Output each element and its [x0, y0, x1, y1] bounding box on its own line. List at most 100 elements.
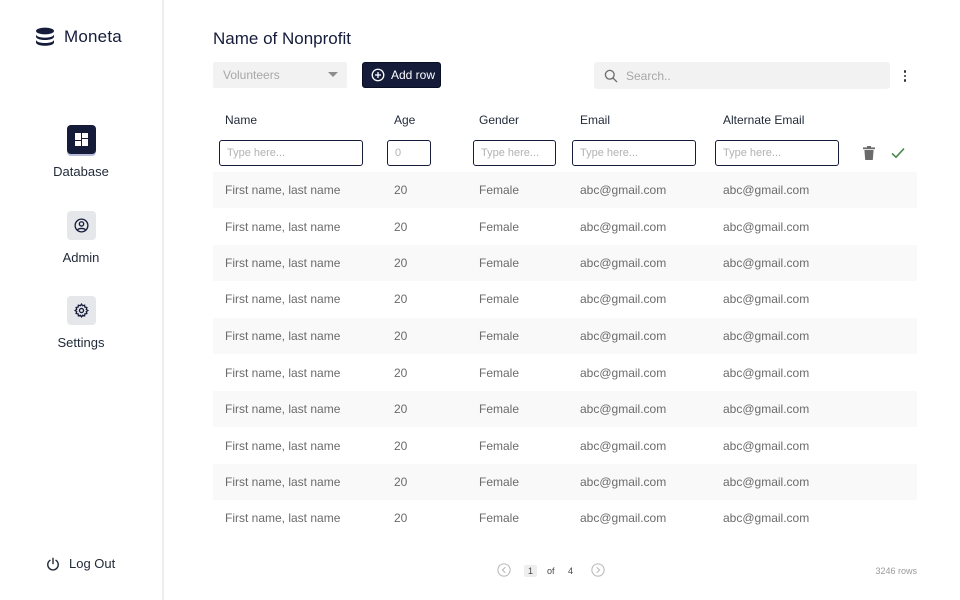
cell-age: 20 [394, 439, 408, 453]
cell-alternate-email: abc@gmail.com [723, 329, 810, 343]
table-row[interactable]: First name, last name 20 Female abc@gmail.c… [213, 245, 917, 281]
column-header-alternate-email: Alternate Email [723, 113, 805, 127]
check-icon[interactable] [891, 146, 905, 164]
cell-name: First name, last name [225, 366, 341, 380]
cell-alternate-email: abc@gmail.com [723, 256, 810, 270]
cell-gender: Female [479, 183, 520, 197]
cell-age: 20 [394, 256, 408, 270]
cell-alternate-email: abc@gmail.com [723, 183, 810, 197]
add-row-button[interactable]: Add row [362, 62, 441, 88]
search-box [594, 62, 890, 89]
column-header-email: Email [580, 113, 611, 127]
logout-label: Log Out [69, 556, 116, 571]
sidebar-item-label: Settings [57, 335, 105, 350]
sidebar-item-database[interactable]: Database [0, 125, 162, 179]
cell-email: abc@gmail.com [580, 402, 667, 416]
cell-gender: Female [479, 439, 520, 453]
page-title: Name of Nonprofit [213, 29, 351, 48]
logout-button[interactable]: Log Out [46, 556, 115, 571]
alternate-email-field[interactable] [715, 140, 839, 166]
cell-email: abc@gmail.com [580, 183, 667, 197]
add-row-label: Add row [391, 68, 436, 82]
page-of-label: of [547, 566, 555, 576]
cell-email: abc@gmail.com [580, 366, 667, 380]
previous-page-icon[interactable] [497, 563, 511, 582]
cell-age: 20 [394, 292, 408, 306]
cell-gender: Female [479, 329, 520, 343]
gender-field[interactable] [473, 140, 556, 166]
table-row[interactable]: First name, last name 20 Female abc@gmail.c… [213, 500, 917, 536]
cell-age: 20 [394, 475, 408, 489]
cell-alternate-email: abc@gmail.com [723, 220, 810, 234]
cell-email: abc@gmail.com [580, 220, 667, 234]
table-row[interactable]: First name, last name 20 Female abc@gmail.c… [213, 318, 917, 354]
cell-gender: Female [479, 292, 520, 306]
cell-gender: Female [479, 402, 520, 416]
row-count: 3246 rows [875, 566, 917, 576]
cell-gender: Female [479, 256, 520, 270]
search-icon [604, 69, 618, 82]
category-select-value: Volunteers [223, 68, 280, 82]
cell-alternate-email: abc@gmail.com [723, 475, 810, 489]
next-page-icon[interactable] [591, 563, 605, 582]
cell-email: abc@gmail.com [580, 329, 667, 343]
cell-gender: Female [479, 366, 520, 380]
category-select[interactable]: Volunteers [213, 62, 347, 88]
table-row[interactable]: First name, last name 20 Female abc@gmail.c… [213, 355, 917, 391]
cell-age: 20 [394, 329, 408, 343]
current-page[interactable]: 1 [524, 565, 537, 577]
sidebar: Moneta Database Admin Settings Log Out [0, 0, 164, 600]
sidebar-item-admin[interactable]: Admin [0, 211, 162, 265]
app-name: Moneta [64, 27, 122, 46]
total-pages: 4 [568, 566, 574, 576]
cell-name: First name, last name [225, 402, 341, 416]
more-options-icon[interactable] [900, 68, 910, 84]
cell-alternate-email: abc@gmail.com [723, 292, 810, 306]
cell-email: abc@gmail.com [580, 475, 667, 489]
cell-name: First name, last name [225, 183, 341, 197]
user-circle-icon [66, 211, 96, 240]
cell-email: abc@gmail.com [580, 256, 667, 270]
trash-icon[interactable] [863, 146, 875, 165]
table-row[interactable]: First name, last name 20 Female abc@gmail.c… [213, 172, 917, 208]
cell-name: First name, last name [225, 439, 341, 453]
caret-down-icon [328, 72, 338, 77]
app-logo: Moneta [35, 27, 122, 47]
email-field[interactable] [572, 140, 696, 166]
cell-gender: Female [479, 511, 520, 525]
name-field[interactable] [219, 140, 363, 166]
cell-email: abc@gmail.com [580, 511, 667, 525]
age-field[interactable] [387, 140, 431, 166]
cell-email: abc@gmail.com [580, 439, 667, 453]
gear-icon [66, 296, 96, 325]
table-row[interactable]: First name, last name 20 Female abc@gmail.c… [213, 391, 917, 427]
cell-age: 20 [394, 366, 408, 380]
cell-name: First name, last name [225, 475, 341, 489]
sidebar-item-label: Database [53, 164, 109, 179]
cell-gender: Female [479, 475, 520, 489]
table-row[interactable]: First name, last name 20 Female abc@gmail.c… [213, 281, 917, 317]
cell-alternate-email: abc@gmail.com [723, 366, 810, 380]
power-icon [47, 557, 59, 571]
cell-alternate-email: abc@gmail.com [723, 439, 810, 453]
cell-name: First name, last name [225, 256, 341, 270]
cell-email: abc@gmail.com [580, 292, 667, 306]
table-row[interactable]: First name, last name 20 Female abc@gmail.c… [213, 209, 917, 245]
cell-age: 20 [394, 220, 408, 234]
cell-alternate-email: abc@gmail.com [723, 511, 810, 525]
cell-name: First name, last name [225, 292, 341, 306]
table-row[interactable]: First name, last name 20 Female abc@gmail.c… [213, 428, 917, 464]
cell-name: First name, last name [225, 220, 341, 234]
cell-gender: Female [479, 220, 520, 234]
grid-icon [66, 125, 96, 154]
search-input[interactable] [626, 68, 866, 83]
cell-age: 20 [394, 183, 408, 197]
column-header-name: Name [225, 113, 258, 127]
cell-alternate-email: abc@gmail.com [723, 402, 810, 416]
cell-age: 20 [394, 511, 408, 525]
database-stack-icon [36, 27, 54, 46]
table-row[interactable]: First name, last name 20 Female abc@gmail.c… [213, 464, 917, 500]
column-header-gender: Gender [479, 113, 520, 127]
sidebar-item-settings[interactable]: Settings [0, 296, 162, 350]
sidebar-item-label: Admin [62, 250, 100, 265]
